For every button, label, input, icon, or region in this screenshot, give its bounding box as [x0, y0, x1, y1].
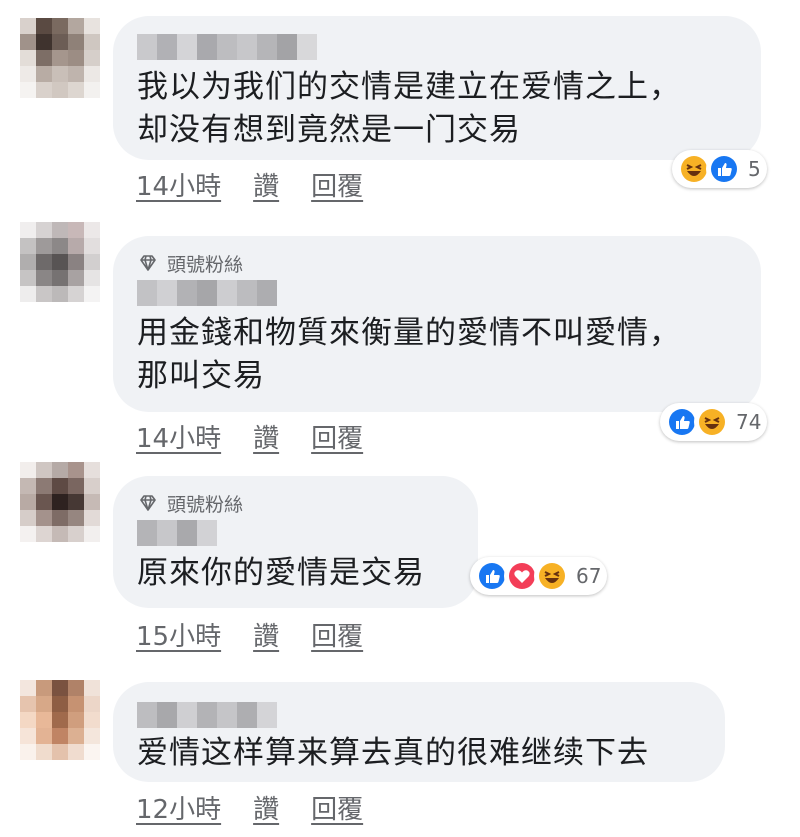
commenter-name-redacted[interactable]	[137, 280, 277, 306]
comment-bubble: 爱情这样算来算去真的很难继续下去	[113, 682, 725, 782]
timestamp-link[interactable]: 15小時	[136, 616, 221, 653]
top-fan-badge: 頭號粉絲	[137, 252, 737, 276]
diamond-icon	[140, 255, 156, 271]
comment-actions: 14小時 讚 回覆	[136, 166, 363, 203]
reply-button[interactable]: 回覆	[311, 789, 363, 826]
avatar[interactable]	[20, 222, 100, 302]
comment-bubble: 頭號粉絲 原來你的愛情是交易	[113, 476, 478, 608]
haha-icon	[694, 404, 730, 440]
comment-bubble: 頭號粉絲 用金錢和物質來衡量的愛情不叫愛情， 那叫交易	[113, 236, 761, 412]
reply-button[interactable]: 回覆	[311, 166, 363, 203]
reactions-summary[interactable]: 67	[470, 557, 608, 595]
timestamp-link[interactable]: 14小時	[136, 166, 221, 203]
badge-label: 頭號粉絲	[167, 253, 244, 276]
badge-label: 頭號粉絲	[167, 493, 244, 516]
comment-actions: 15小時 讚 回覆	[136, 616, 363, 653]
avatar[interactable]	[20, 18, 100, 98]
diamond-icon	[140, 495, 156, 511]
haha-icon	[534, 558, 570, 594]
like-button[interactable]: 讚	[253, 789, 279, 826]
reaction-count: 67	[576, 564, 602, 588]
comment-text: 我以为我们的交情是建立在爱情之上， 却没有想到竟然是一门交易	[137, 69, 681, 148]
comment-actions: 14小時 讚 回覆	[136, 418, 363, 455]
reply-button[interactable]: 回覆	[311, 616, 363, 653]
timestamp-link[interactable]: 12小時	[136, 789, 221, 826]
top-fan-badge: 頭號粉絲	[137, 492, 454, 516]
timestamp-link[interactable]: 14小時	[136, 418, 221, 455]
reaction-count: 5	[748, 157, 761, 181]
avatar[interactable]	[20, 680, 100, 760]
comment-text: 原來你的愛情是交易	[137, 555, 425, 591]
commenter-name-redacted[interactable]	[137, 702, 277, 728]
like-icon	[706, 151, 742, 187]
reactions-summary[interactable]: 5	[672, 150, 767, 188]
comment-actions: 12小時 讚 回覆	[136, 789, 363, 826]
like-button[interactable]: 讚	[253, 616, 279, 653]
like-button[interactable]: 讚	[253, 418, 279, 455]
reactions-summary[interactable]: 74	[660, 403, 768, 441]
commenter-name-redacted[interactable]	[137, 34, 327, 60]
reply-button[interactable]: 回覆	[311, 418, 363, 455]
comment-text: 爱情这样算来算去真的很难继续下去	[137, 735, 649, 771]
reaction-count: 74	[736, 410, 762, 434]
like-button[interactable]: 讚	[253, 166, 279, 203]
commenter-name-redacted[interactable]	[137, 520, 221, 546]
comment-text: 用金錢和物質來衡量的愛情不叫愛情， 那叫交易	[137, 315, 681, 394]
avatar[interactable]	[20, 462, 100, 542]
comment-bubble: 我以为我们的交情是建立在爱情之上， 却没有想到竟然是一门交易	[113, 16, 761, 160]
